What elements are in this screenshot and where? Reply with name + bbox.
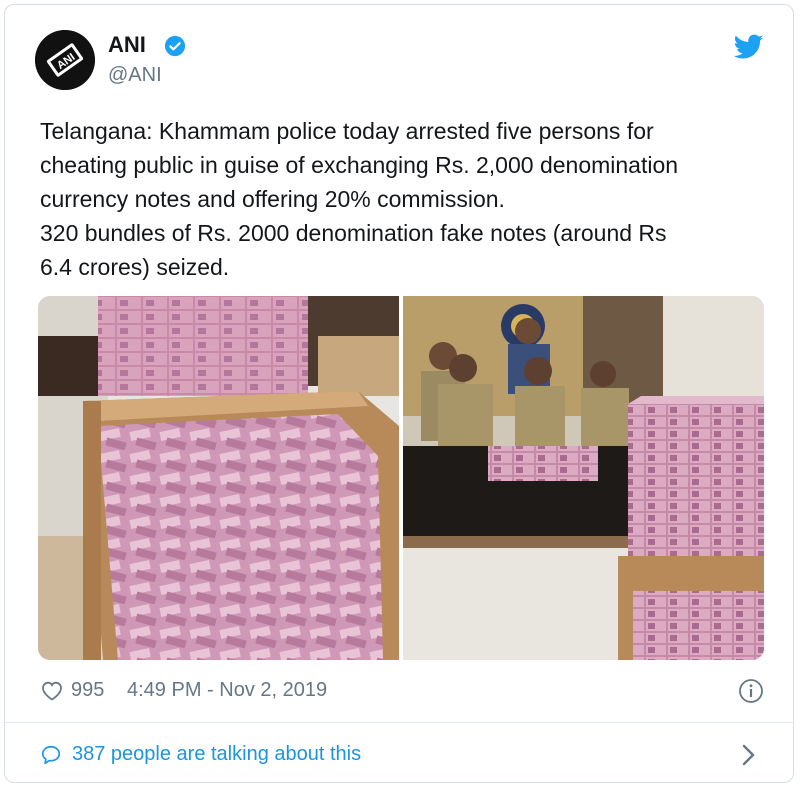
comment-bubble-icon (41, 745, 61, 765)
ani-logo: ANI (35, 30, 95, 90)
like-count[interactable]: 995 (71, 679, 104, 702)
twitter-bird-icon[interactable] (734, 34, 764, 60)
tweet-timestamp[interactable]: 4:49 PM - Nov 2, 2019 (127, 679, 327, 702)
tweet-line: 320 bundles of Rs. 2000 denomination fak… (40, 220, 667, 246)
talking-count[interactable]: 387 people are talking about this (72, 743, 361, 766)
divider (4, 722, 794, 723)
tweet-line: Telangana: Khammam police today arrested… (40, 118, 654, 144)
tweet-line: cheating public in guise of exchanging R… (40, 152, 679, 178)
tweet-line: 6.4 crores) seized. (40, 254, 230, 280)
avatar[interactable]: ANI (35, 30, 95, 90)
tweet-media[interactable] (38, 296, 764, 660)
account-name[interactable]: ANI (108, 32, 146, 58)
tweet-text: Telangana: Khammam police today arrested… (40, 114, 760, 284)
photo-police-seizure[interactable] (403, 296, 764, 660)
tweet-line: currency notes and offering 20% commissi… (40, 186, 505, 212)
heart-icon[interactable] (40, 679, 64, 701)
info-icon[interactable] (738, 678, 764, 704)
account-handle[interactable]: @ANI (108, 64, 162, 87)
photo-currency-box[interactable] (38, 296, 399, 660)
verified-badge-icon (164, 35, 186, 57)
chevron-right-icon[interactable] (741, 742, 757, 768)
